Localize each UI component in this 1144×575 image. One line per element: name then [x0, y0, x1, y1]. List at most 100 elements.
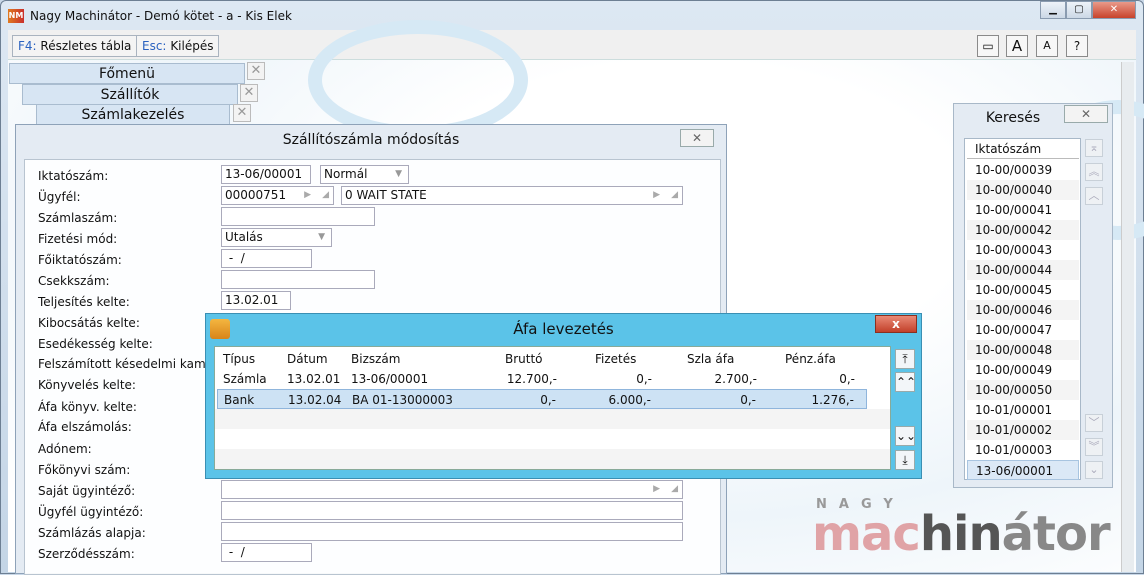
- client-name-field[interactable]: 0 WAIT STATE ▶ ◢: [341, 186, 683, 205]
- teljesites-field[interactable]: 13.02.01: [221, 291, 291, 310]
- table-cell: 2.700,-: [714, 372, 758, 386]
- table-cell: Dátum: [287, 352, 328, 366]
- client-name: 0 WAIT STATE: [345, 188, 427, 202]
- szamlazas-alapja-field[interactable]: [221, 522, 683, 541]
- table-cell: 6.000,-: [608, 393, 652, 407]
- scroll-top-button[interactable]: ⤒: [895, 349, 915, 369]
- table-cell: 0,-: [636, 372, 652, 386]
- table-cell: 13-06/00001: [351, 372, 429, 386]
- list-item[interactable]: 10-00/00042: [967, 220, 1079, 240]
- field-label: Teljesítés kelte:: [38, 295, 130, 309]
- list-item[interactable]: 10-01/00002: [967, 420, 1079, 440]
- field-label: Kibocsátás kelte:: [38, 316, 140, 330]
- search-title: Keresés: [985, 110, 1041, 126]
- list-item[interactable]: 13-06/00001: [967, 460, 1079, 480]
- field-label: Számlaszám:: [38, 211, 118, 225]
- list-item[interactable]: 10-00/00045: [967, 280, 1079, 300]
- csekkszam-field[interactable]: [221, 270, 375, 289]
- list-item[interactable]: 10-00/00044: [967, 260, 1079, 280]
- field-label: Áfa könyv. kelte:: [38, 400, 137, 414]
- list-item[interactable]: 10-00/00048: [967, 340, 1079, 360]
- search-list: Iktatószám 10-00/00039 10-00/00040 10-00/0…: [964, 138, 1081, 480]
- title-bar: NM Nagy Machinátor - Demó kötet - a - Ki…: [8, 6, 292, 26]
- list-item[interactable]: 10-01/00001: [967, 400, 1079, 420]
- detail-table-label: Részletes tábla: [40, 39, 132, 53]
- close-icon[interactable]: ✕: [680, 129, 714, 147]
- close-icon[interactable]: ✕: [233, 104, 251, 122]
- list-item[interactable]: 10-00/00047: [967, 320, 1079, 340]
- page-down-button[interactable]: ︾: [1085, 438, 1103, 456]
- list-item[interactable]: 10-00/00039: [967, 160, 1079, 180]
- client-code-field[interactable]: 00000751 ▶ ◢: [221, 186, 334, 205]
- help-button[interactable]: ?: [1066, 35, 1088, 57]
- list-item[interactable]: 10-00/00050: [967, 380, 1079, 400]
- iktatoszam-field[interactable]: 13-06/00001: [221, 165, 311, 184]
- field-label: Csekkszám:: [38, 274, 110, 288]
- table-row[interactable]: Számla 13.02.01 13-06/00001 12.700,- 0,- 2.70…: [217, 369, 867, 389]
- page-up-button[interactable]: ︽: [1085, 163, 1103, 181]
- table-row[interactable]: Bank 13.02.04 BA 01-13000003 0,- 6.000,- 0,- 1…: [217, 389, 867, 409]
- list-item[interactable]: 10-00/00041: [967, 200, 1079, 220]
- close-icon[interactable]: ✕: [240, 84, 258, 102]
- list-item[interactable]: 10-00/00043: [967, 240, 1079, 260]
- table-cell: Típus: [223, 352, 256, 366]
- table-cell: BA 01-13000003: [352, 393, 453, 407]
- scroll-down-button[interactable]: ﹀: [1085, 414, 1103, 432]
- table-cell: 12.700,-: [506, 372, 557, 386]
- list-item[interactable]: 10-00/00049: [967, 360, 1079, 380]
- table-cell: 0,-: [740, 393, 756, 407]
- ugyfel-ugyintezo-field[interactable]: [221, 501, 683, 520]
- close-icon[interactable]: ✕: [1064, 105, 1108, 123]
- dialog-title: Áfa levezetés: [513, 320, 614, 338]
- scroll-bottom-button[interactable]: ⌄: [1085, 461, 1103, 479]
- minimize-button[interactable]: ▁: [1040, 1, 1066, 19]
- field-label: Számlázás alapja:: [38, 526, 146, 540]
- logo-part: hin: [919, 506, 1003, 562]
- scroll-up-button[interactable]: ︿: [1085, 187, 1103, 205]
- background-ornament: [308, 20, 528, 140]
- scrollbar[interactable]: [1121, 62, 1134, 572]
- exit-button[interactable]: Esc: Kilépés: [136, 35, 220, 57]
- row-stripe: [215, 449, 890, 469]
- field-label: Szerződésszám:: [38, 547, 135, 561]
- field-label: Könyvelés kelte:: [38, 378, 136, 392]
- window-title: Nagy Machinátor - Demó kötet - a - Kis E…: [30, 9, 292, 23]
- tab-szamlakezeles[interactable]: Számlakezelés: [36, 104, 230, 125]
- list-item[interactable]: 10-00/00040: [967, 180, 1079, 200]
- page-down-button[interactable]: ⌄⌄: [895, 426, 916, 446]
- type-select[interactable]: Normál: [320, 165, 409, 184]
- field-label: Áfa elszámolás:: [38, 420, 132, 434]
- field-label: Saját ügyintéző:: [38, 484, 136, 498]
- tab-fomenu[interactable]: Főmenü: [9, 63, 245, 84]
- close-icon[interactable]: ✕: [247, 62, 265, 80]
- logo-part: mac: [812, 506, 921, 562]
- detail-table-button[interactable]: F4: Részletes tábla: [12, 35, 138, 57]
- list-item[interactable]: 10-00/00046: [967, 300, 1079, 320]
- vat-breakdown-dialog: Áfa levezetés x Típus Dátum Bizszám Bruttó F…: [205, 313, 922, 479]
- field-label: Főiktatószám:: [38, 253, 122, 267]
- table-cell: Számla: [223, 372, 267, 386]
- close-button[interactable]: ✕: [1092, 1, 1136, 19]
- szerzodesszam-field[interactable]: - /: [221, 543, 312, 562]
- scroll-top-button[interactable]: ⌅: [1085, 139, 1103, 157]
- logo: NAGY machinátor: [812, 497, 1111, 558]
- payment-method-select[interactable]: Utalás: [221, 228, 332, 247]
- tab-szallitok[interactable]: Szállítók: [22, 84, 238, 105]
- szamlaszam-field[interactable]: [221, 207, 375, 226]
- table-cell: 0,-: [540, 393, 556, 407]
- close-icon[interactable]: x: [875, 315, 917, 333]
- window-mode-button[interactable]: ▭: [977, 35, 999, 57]
- maximize-button[interactable]: ▢: [1066, 1, 1092, 19]
- font-larger-button[interactable]: A: [1006, 35, 1028, 57]
- table-header[interactable]: Típus Dátum Bizszám Bruttó Fizetés Szla áfa Pé…: [217, 349, 867, 369]
- scroll-bottom-button[interactable]: ⤓: [895, 450, 915, 470]
- font-smaller-button[interactable]: A: [1036, 35, 1058, 57]
- page-up-button[interactable]: ⌃⌃: [895, 372, 916, 392]
- foiktatoszam-field[interactable]: - /: [221, 249, 312, 268]
- sajat-ugyintezo-field[interactable]: ▶ ◢: [221, 480, 683, 499]
- table-cell: Bank: [224, 393, 255, 407]
- column-header[interactable]: Iktatószám: [967, 139, 1079, 159]
- field-label: Felszámított késedelmi kamat: [38, 357, 218, 371]
- list-item[interactable]: 10-01/00003: [967, 440, 1079, 460]
- table-cell: 1.276,-: [811, 393, 855, 407]
